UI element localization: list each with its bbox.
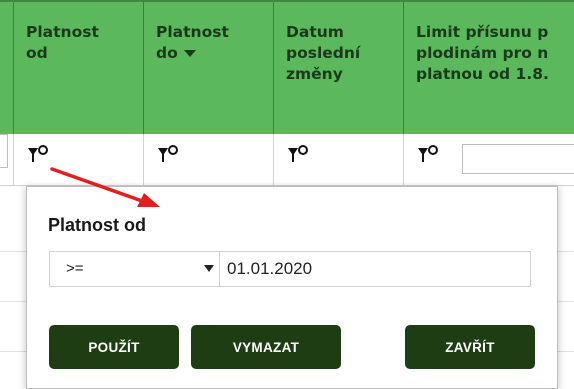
annotation-arrow-icon [50,167,160,207]
